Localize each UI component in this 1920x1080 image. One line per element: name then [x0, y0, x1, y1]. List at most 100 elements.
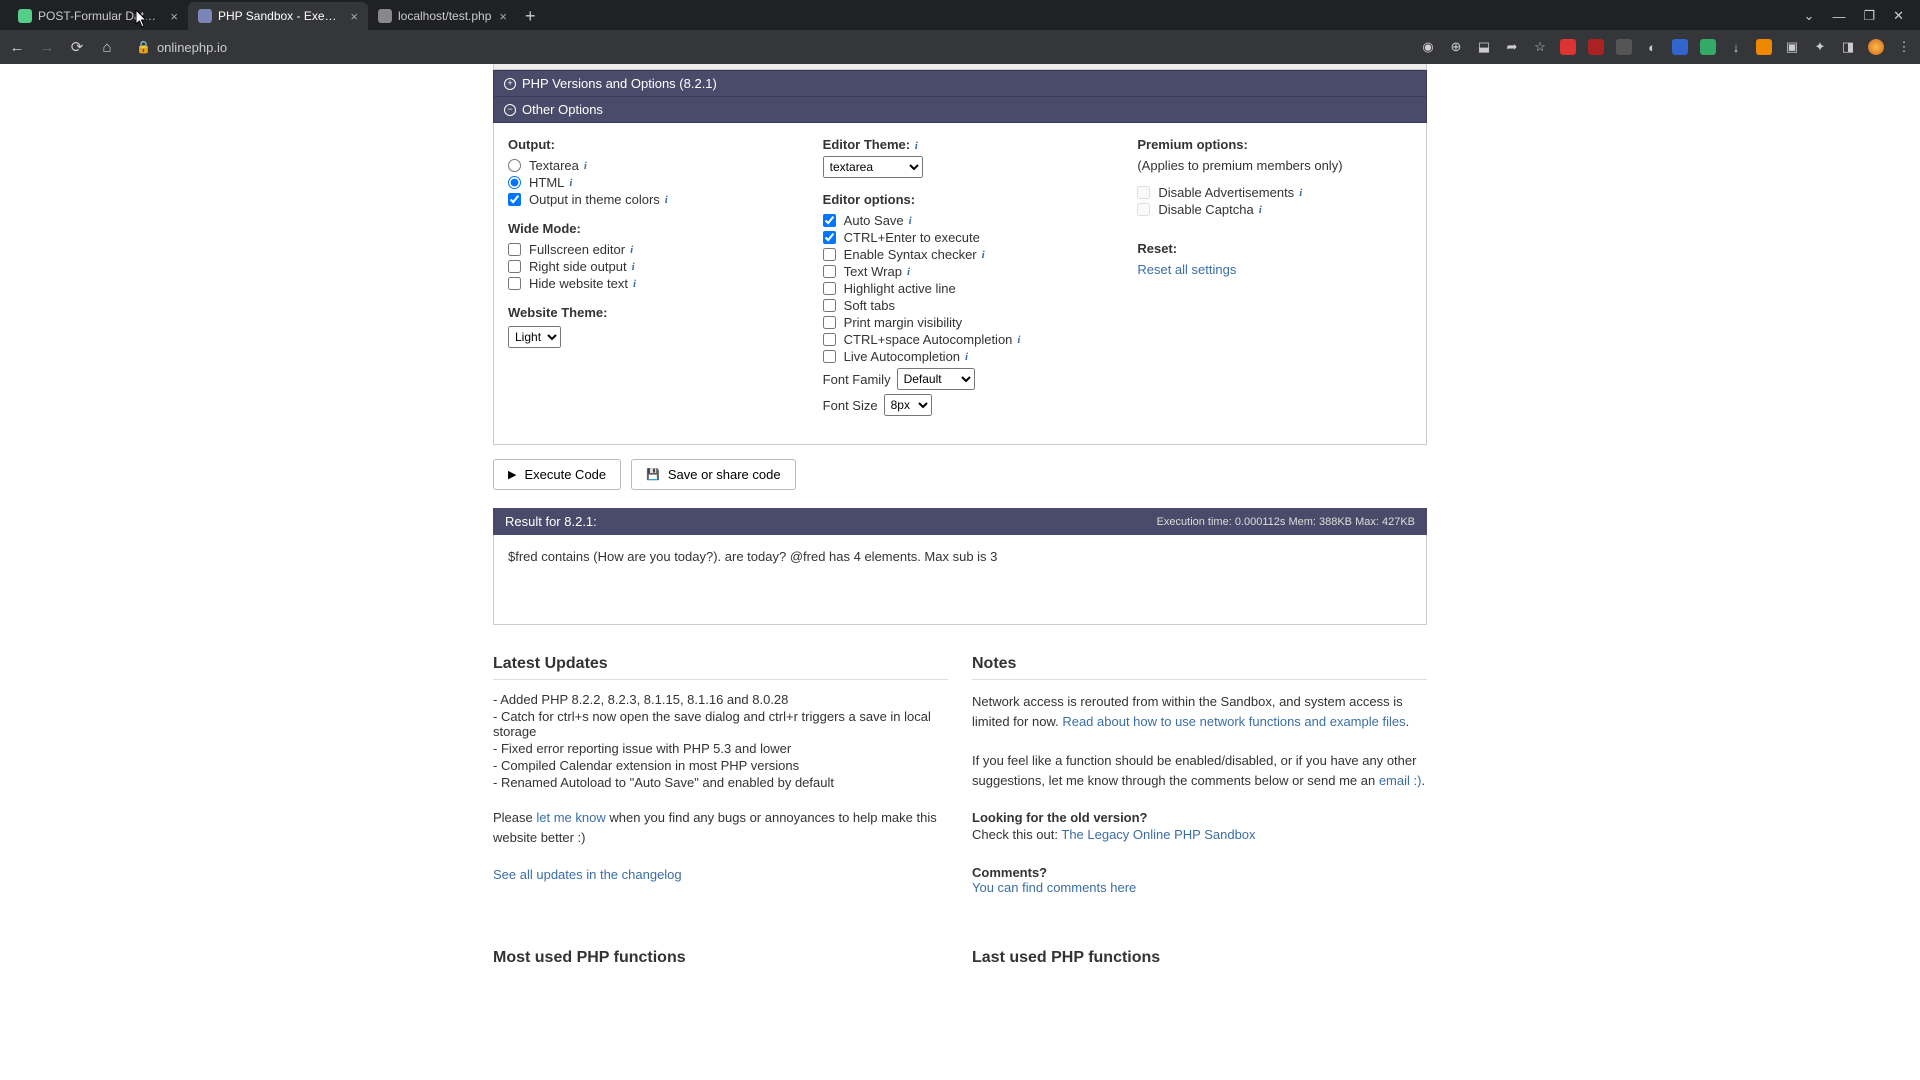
disable-ads-checkbox[interactable] — [1137, 186, 1150, 199]
extension-icon[interactable] — [1700, 39, 1716, 55]
extension-icon[interactable]: ↓ — [1728, 39, 1744, 55]
close-icon[interactable]: × — [499, 9, 507, 24]
info-icon[interactable]: i — [1017, 334, 1020, 346]
tab-strip: POST-Formular Daten verarbeiten × PHP Sa… — [0, 0, 1920, 30]
extension-icon[interactable] — [1672, 39, 1688, 55]
profile-avatar[interactable] — [1868, 39, 1884, 55]
camera-icon[interactable]: ▣ — [1784, 39, 1800, 55]
option-label: Enable Syntax checker — [844, 247, 977, 262]
share-icon[interactable]: ◉ — [1420, 39, 1436, 55]
right-side-output-checkbox[interactable] — [508, 260, 521, 273]
execution-stats: Execution time: 0.000112s Mem: 388KB Max… — [1157, 516, 1415, 528]
info-icon[interactable]: i — [1299, 187, 1302, 199]
fullscreen-editor-checkbox[interactable] — [508, 243, 521, 256]
ctrl-space-auto-checkbox[interactable] — [823, 333, 836, 346]
editor-theme-select[interactable]: textarea — [823, 156, 923, 178]
info-icon[interactable]: i — [584, 160, 587, 172]
reload-button[interactable]: ⟳ — [68, 38, 86, 56]
info-icon[interactable]: i — [665, 194, 668, 206]
close-window-icon[interactable]: ✕ — [1893, 8, 1904, 24]
network-functions-link[interactable]: Read about how to use network functions … — [1062, 714, 1405, 729]
favicon-icon — [378, 9, 392, 23]
live-auto-checkbox[interactable] — [823, 350, 836, 363]
disable-captcha-checkbox[interactable] — [1137, 203, 1150, 216]
option-label: Live Autocompletion — [844, 349, 960, 364]
extensions: ◉ ⊕ ⬓ ➦ ☆ ◐ ↓ ▣ ✦ ◨ ⋮ — [1420, 39, 1912, 55]
extension-icon[interactable] — [1616, 39, 1632, 55]
font-family-select[interactable]: Default — [897, 368, 975, 390]
forward-button[interactable]: → — [38, 39, 56, 56]
option-label: Highlight active line — [844, 281, 956, 296]
auto-save-checkbox[interactable] — [823, 214, 836, 227]
tab-0[interactable]: POST-Formular Daten verarbeiten × — [8, 2, 188, 30]
info-icon[interactable]: i — [1259, 204, 1262, 216]
info-icon[interactable]: i — [965, 351, 968, 363]
legacy-sandbox-link[interactable]: The Legacy Online PHP Sandbox — [1061, 827, 1255, 842]
changelog-link[interactable]: See all updates in the changelog — [493, 867, 682, 882]
info-icon[interactable]: i — [915, 140, 918, 152]
install-icon[interactable]: ⬓ — [1476, 39, 1492, 55]
wide-mode-heading: Wide Mode: — [508, 221, 783, 236]
minimize-icon[interactable]: — — [1832, 9, 1845, 24]
hide-website-text-checkbox[interactable] — [508, 277, 521, 290]
bookmark-icon[interactable]: ☆ — [1532, 39, 1548, 55]
syntax-checker-checkbox[interactable] — [823, 248, 836, 261]
extensions-menu-icon[interactable]: ✦ — [1812, 39, 1828, 55]
text: . — [1421, 773, 1425, 788]
close-icon[interactable]: × — [350, 9, 358, 24]
execute-code-button[interactable]: ▶ Execute Code — [493, 459, 621, 490]
home-button[interactable]: ⌂ — [98, 39, 116, 56]
info-icon[interactable]: i — [632, 261, 635, 273]
notes: Notes Network access is rerouted from wi… — [972, 655, 1427, 895]
output-html-radio[interactable] — [508, 176, 521, 189]
info-icon[interactable]: i — [982, 249, 985, 261]
print-margin-checkbox[interactable] — [823, 316, 836, 329]
maximize-icon[interactable]: ❐ — [1863, 8, 1875, 24]
info-icon[interactable]: i — [907, 266, 910, 278]
address-bar[interactable]: 🔒 onlinephp.io — [136, 40, 227, 55]
menu-icon[interactable]: ⋮ — [1896, 39, 1912, 55]
updates-heading: Latest Updates — [493, 655, 948, 680]
new-tab-button[interactable]: + — [517, 2, 544, 30]
text-wrap-checkbox[interactable] — [823, 265, 836, 278]
output-textarea-radio[interactable] — [508, 159, 521, 172]
extension-icon[interactable]: ◐ — [1644, 39, 1660, 55]
close-icon[interactable]: × — [170, 9, 178, 24]
highlight-line-checkbox[interactable] — [823, 282, 836, 295]
save-share-button[interactable]: 💾 Save or share code — [631, 459, 795, 490]
tab-2[interactable]: localhost/test.php × — [368, 2, 517, 30]
tab-1[interactable]: PHP Sandbox - Execute PHP code × — [188, 2, 368, 30]
option-label: Soft tabs — [844, 298, 895, 313]
let-me-know-link[interactable]: let me know — [536, 810, 605, 825]
extension-icon[interactable] — [1560, 39, 1576, 55]
button-label: Execute Code — [524, 467, 606, 482]
send-icon[interactable]: ➦ — [1504, 39, 1520, 55]
font-size-select[interactable]: 8px — [884, 394, 932, 416]
sidepanel-icon[interactable]: ◨ — [1840, 39, 1856, 55]
reset-all-link[interactable]: Reset all settings — [1137, 262, 1236, 277]
ctrl-enter-checkbox[interactable] — [823, 231, 836, 244]
last-used-heading: Last used PHP functions — [972, 949, 1427, 963]
option-label: Auto Save — [844, 213, 904, 228]
chevron-down-icon[interactable]: ⌄ — [1804, 8, 1815, 24]
website-theme-select[interactable]: Light — [508, 326, 561, 348]
soft-tabs-checkbox[interactable] — [823, 299, 836, 312]
info-icon[interactable]: i — [909, 215, 912, 227]
info-icon[interactable]: i — [569, 177, 572, 189]
email-link[interactable]: email :) — [1379, 773, 1422, 788]
back-button[interactable]: ← — [8, 39, 26, 56]
update-item: - Renamed Autoload to "Auto Save" and en… — [493, 775, 948, 790]
font-size-label: Font Size — [823, 398, 878, 413]
output-heading: Output: — [508, 137, 783, 152]
extension-icon[interactable] — [1588, 39, 1604, 55]
info-icon[interactable]: i — [633, 278, 636, 290]
text: If you feel like a function should be en… — [972, 753, 1416, 788]
info-icon[interactable]: i — [630, 244, 633, 256]
comments-link[interactable]: You can find comments here — [972, 880, 1136, 895]
extension-icon[interactable] — [1756, 39, 1772, 55]
translate-icon[interactable]: ⊕ — [1448, 39, 1464, 55]
other-options-panel-header[interactable]: − Other Options — [493, 97, 1427, 123]
php-versions-panel-header[interactable]: + PHP Versions and Options (8.2.1) — [493, 70, 1427, 97]
option-label: Hide website text — [529, 276, 628, 291]
output-theme-colors-checkbox[interactable] — [508, 193, 521, 206]
